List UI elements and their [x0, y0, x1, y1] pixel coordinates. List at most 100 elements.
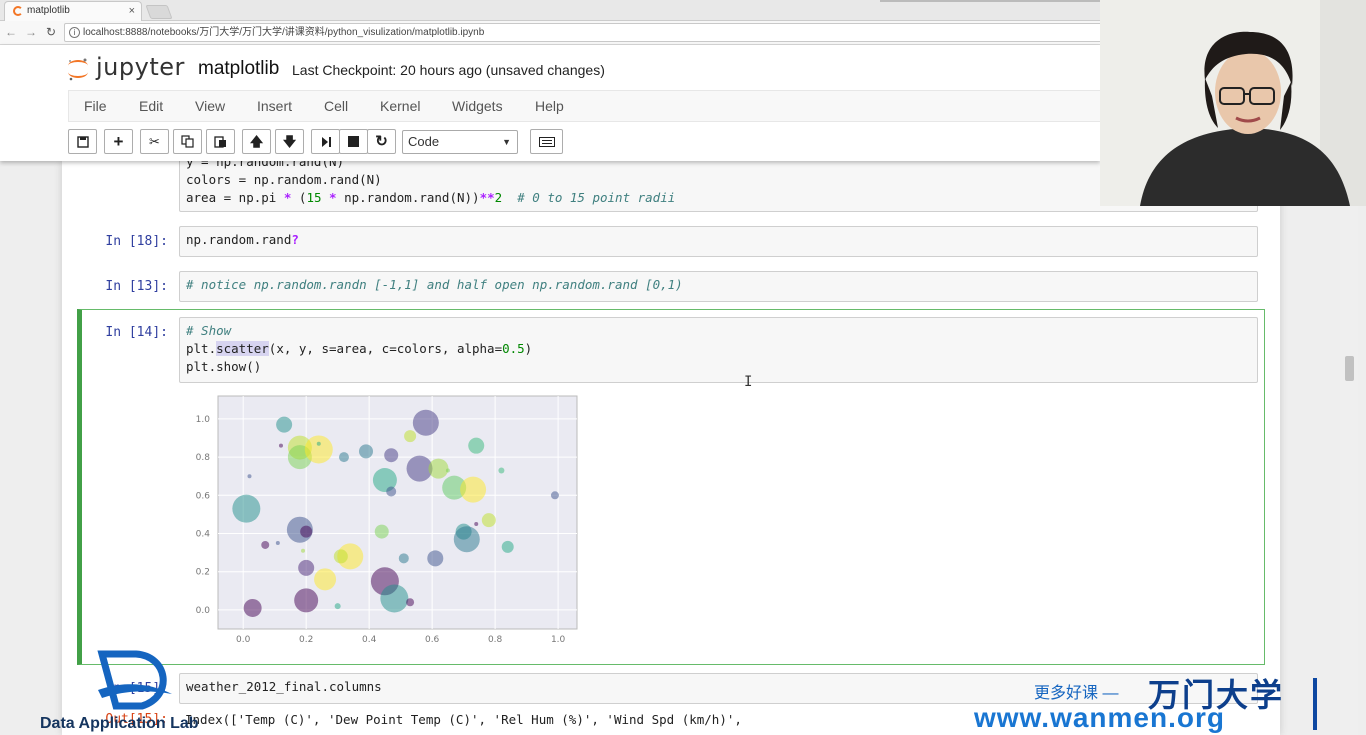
copy-button[interactable]: [173, 129, 202, 154]
url-input[interactable]: i localhost:8888/notebooks/万门大学/万门大学/讲课资…: [64, 23, 1104, 42]
notebook-name[interactable]: matplotlib: [198, 58, 279, 80]
stop-icon: [348, 136, 359, 147]
data-application-lab-watermark: Data Application Lab: [38, 650, 253, 735]
keyboard-icon: [538, 137, 555, 147]
scatter-point: [276, 416, 293, 433]
menu-widgets[interactable]: Widgets: [452, 98, 503, 114]
scatter-point: [301, 548, 306, 553]
code-line: area = np.pi * (15 * np.random.rand(N))*…: [186, 189, 1251, 207]
move-up-button[interactable]: 🡅: [242, 129, 271, 154]
number-token: 0.5: [502, 341, 525, 356]
code-cell-input-2[interactable]: # notice np.random.randn [-1,1] and half…: [179, 271, 1258, 302]
scatter-point: [243, 598, 262, 617]
code-line: plt.scatter(x, y, s=area, c=colors, alph…: [186, 340, 1251, 358]
insert-cell-button[interactable]: +: [104, 129, 133, 154]
move-down-button[interactable]: 🡇: [275, 129, 304, 154]
scatter-point: [314, 568, 337, 591]
menu-help[interactable]: Help: [535, 98, 564, 114]
operator-token: **: [479, 190, 495, 205]
scatter-point: [294, 588, 319, 613]
cell-type-select[interactable]: Code ▼: [402, 130, 518, 154]
comment-token: # Show: [186, 323, 232, 338]
scatter-point: [247, 474, 252, 479]
menu-cell[interactable]: Cell: [324, 98, 348, 114]
copy-icon: [181, 135, 194, 148]
scatter-plot: 0.0 0.2 0.4 0.6 0.8 1.0 0.0 0.2 0.4 0.6 0.8 1.0: [196, 395, 578, 645]
text-cursor-icon: I: [744, 374, 753, 390]
info-icon[interactable]: i: [69, 27, 80, 38]
cut-icon: ✂: [149, 134, 160, 149]
code-cell-input-3[interactable]: # Show plt.scatter(x, y, s=area, c=colors…: [179, 317, 1258, 383]
cell-prompt: In [14]:: [105, 325, 168, 340]
scrollbar-track: [1340, 161, 1358, 735]
jupyter-logo-icon: [68, 58, 88, 81]
x-tick-label: 0.6: [425, 635, 440, 645]
save-button[interactable]: [68, 129, 97, 154]
paste-button[interactable]: [206, 129, 235, 154]
reload-icon[interactable]: ↻: [44, 25, 58, 39]
arrow-down-icon: 🡇: [282, 134, 297, 149]
y-tick-label: 0.8: [196, 453, 211, 463]
y-tick-labels: 0.0 0.2 0.4 0.6 0.8 1.0: [196, 415, 211, 616]
code-cell-input-1[interactable]: np.random.rand?: [179, 226, 1258, 257]
code-token: (x, y, s=area, c=colors, alpha=: [268, 341, 503, 356]
new-tab-button[interactable]: [145, 5, 173, 19]
cut-button[interactable]: ✂: [140, 129, 169, 154]
dal-watermark-text: Data Application Lab: [40, 715, 199, 732]
logo-text: jupyter: [96, 53, 185, 81]
scatter-point: [481, 513, 496, 528]
wanmen-slogan: 更多好课 —: [1034, 685, 1119, 702]
run-button[interactable]: [311, 129, 340, 154]
scatter-point: [384, 448, 399, 463]
scatter-point: [374, 524, 389, 539]
tab-close-icon[interactable]: ×: [129, 2, 135, 20]
jupyter-logo[interactable]: jupyter: [66, 53, 186, 83]
back-arrow-icon[interactable]: ←: [4, 25, 18, 39]
operator-token: *: [329, 190, 337, 205]
scrollbar-thumb[interactable]: [1345, 356, 1354, 381]
code-token: (: [291, 190, 307, 205]
plus-icon: +: [113, 132, 124, 151]
dal-logo-icon: [97, 650, 172, 710]
scatter-point: [304, 435, 333, 464]
interrupt-button[interactable]: [339, 129, 368, 154]
scatter-point: [406, 598, 415, 607]
scatter-point: [386, 486, 397, 497]
webcam-overlay: [1100, 0, 1366, 206]
url-text: localhost:8888/notebooks/万门大学/万门大学/讲课资料/…: [83, 27, 485, 38]
scatter-point: [404, 430, 417, 443]
menu-kernel[interactable]: Kernel: [380, 98, 420, 114]
output-text: Index(['Temp (C)', 'Dew Point Temp (C)',…: [185, 712, 742, 727]
restart-icon: ↻: [375, 133, 388, 150]
operator-token: ?: [291, 232, 299, 247]
x-tick-label: 0.0: [236, 635, 251, 645]
y-tick-label: 0.4: [196, 530, 211, 540]
scatter-point: [316, 441, 321, 446]
menu-view[interactable]: View: [195, 98, 225, 114]
forward-arrow-icon[interactable]: →: [24, 25, 38, 39]
chevron-down-icon: ▼: [502, 137, 511, 147]
x-tick-labels: 0.0 0.2 0.4 0.6 0.8 1.0: [236, 635, 565, 645]
menu-insert[interactable]: Insert: [257, 98, 292, 114]
menu-file[interactable]: File: [84, 98, 107, 114]
wanmen-divider: [1313, 678, 1317, 730]
code-token: area = np.pi: [186, 190, 284, 205]
code-token: np.random.rand: [186, 232, 292, 247]
code-token: ): [524, 341, 533, 356]
checkpoint-status: Last Checkpoint: 20 hours ago (unsaved c…: [292, 62, 605, 78]
wanmen-watermark: 更多好课 — 万门大学 www.wanmen.org: [970, 676, 1330, 735]
scatter-point: [427, 550, 444, 567]
restart-button[interactable]: ↻: [367, 129, 396, 154]
save-icon: [76, 136, 89, 148]
browser-tab-matplotlib[interactable]: matplotlib ×: [4, 1, 142, 21]
menu-edit[interactable]: Edit: [139, 98, 163, 114]
cell-prompt: In [13]:: [105, 279, 168, 294]
y-tick-label: 0.6: [196, 491, 211, 501]
jupyter-header: jupyter matplotlib Last Checkpoint: 20 h…: [0, 45, 1108, 161]
scatter-point: [232, 494, 261, 523]
command-palette-button[interactable]: [530, 129, 563, 154]
y-tick-label: 0.2: [196, 568, 210, 578]
scatter-point: [468, 437, 485, 454]
